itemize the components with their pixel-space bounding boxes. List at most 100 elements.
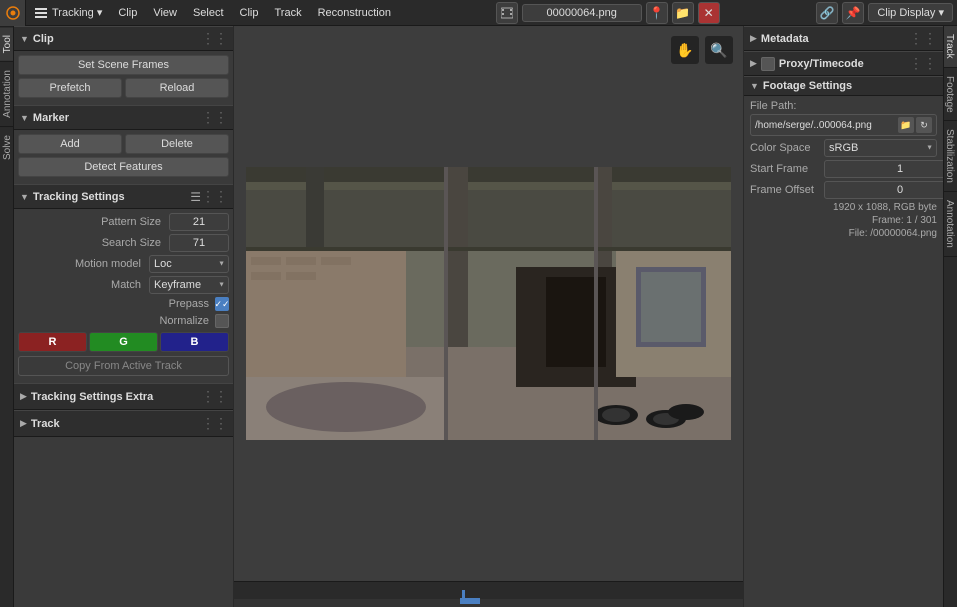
file-path-value: /home/serge/..000064.png [755,120,896,131]
pin-icon[interactable]: 📌 [842,2,864,24]
tracking-settings-extra-section-header[interactable]: ▶ Tracking Settings Extra ⋮⋮ [14,383,233,410]
link-icon[interactable]: 🔗 [816,2,838,24]
right-tab-footage[interactable]: Footage [944,68,957,122]
clip-arrow-icon: ▼ [20,34,29,44]
normalize-row: Normalize [18,314,229,328]
prepass-row: Prepass ✓ [18,297,229,311]
clip-dots-icon: ⋮⋮ [201,30,227,47]
close-icon[interactable]: ✕ [698,2,720,24]
add-button[interactable]: Add [18,134,122,154]
clip-content: Set Scene Frames Prefetch Reload [14,51,233,105]
blender-logo[interactable] [0,0,26,26]
reload-file-button[interactable]: ↻ [916,117,932,133]
color-space-row: Color Space sRGB Linear [750,139,937,157]
folder-icon[interactable]: 📁 [672,2,694,24]
menubar: Tracking ▾ Clip View Select Clip Track R… [0,0,957,26]
timeline[interactable] [234,581,743,607]
color-space-select-wrapper: sRGB Linear [824,139,937,157]
marker-pin-icon[interactable]: 📍 [646,2,668,24]
marker-arrow-icon: ▼ [20,113,29,123]
metadata-section-header[interactable]: ▶ Metadata ⋮⋮ [744,26,943,51]
match-label: Match [18,279,145,291]
viewport-image [246,167,731,440]
track-section-header[interactable]: ▶ Track ⋮⋮ [14,410,233,437]
file-path-row: File Path: /home/serge/..000064.png 📁 ↻ [750,100,937,136]
rgb-row: R G B [18,332,229,352]
proxy-timecode-section-header[interactable]: ▶ Proxy/Timecode ⋮⋮ [744,51,943,76]
marker-section-header[interactable]: ▼ Marker ⋮⋮ [14,105,233,130]
left-tab-tool[interactable]: Tool [0,26,13,61]
footage-settings-section-header[interactable]: ▼ Footage Settings [744,76,943,96]
add-delete-row: Add Delete [18,134,229,154]
pattern-size-input[interactable] [169,213,229,231]
delete-button[interactable]: Delete [125,134,229,154]
file-info: File: /00000064.png [750,228,937,239]
prepass-label: Prepass [169,298,209,310]
select-menu[interactable]: Select [185,0,232,26]
set-scene-frames-button[interactable]: Set Scene Frames [18,55,229,75]
proxy-enabled-checkbox[interactable] [761,57,775,71]
normalize-checkbox[interactable] [215,314,229,328]
hand-tool-icon[interactable]: ✋ [671,36,699,64]
track-section-dots-icon: ⋮⋮ [201,415,227,432]
tracking-settings-section-header[interactable]: ▼ Tracking Settings ☰ ⋮⋮ [14,184,233,209]
left-tab-solve[interactable]: Solve [0,126,13,168]
clip-section-header[interactable]: ▼ Clip ⋮⋮ [14,26,233,51]
metadata-arrow-icon: ▶ [750,33,757,44]
marker-content: Add Delete Detect Features [14,130,233,184]
frame-offset-input[interactable] [824,181,943,199]
timeline-track [234,599,743,607]
center-content: ✋ 🔍 [234,26,743,607]
prefetch-button[interactable]: Prefetch [18,78,122,98]
tracking-settings-list-icon[interactable]: ☰ [190,190,201,204]
clip-menu[interactable]: Clip [110,0,145,26]
pattern-size-row: Pattern Size [18,213,229,231]
prepass-checkbox[interactable]: ✓ [215,297,229,311]
proxy-dots-icon: ⋮⋮ [909,55,937,72]
reconstruction-menu[interactable]: Reconstruction [310,0,399,26]
b-channel-button[interactable]: B [160,332,229,352]
frame-info: Frame: 1 / 301 [750,215,937,226]
track-arrow-icon: ▶ [20,418,27,429]
tracking-extra-dots-icon: ⋮⋮ [201,388,227,405]
clip-menu2[interactable]: Clip [232,0,267,26]
right-tab-annotation[interactable]: Annotation [944,192,957,257]
copy-from-active-track-button: Copy From Active Track [18,356,229,376]
right-tab-track[interactable]: Track [944,26,957,68]
normalize-label: Normalize [159,315,209,327]
file-path-label: File Path: [750,100,937,112]
viewport[interactable]: ✋ 🔍 [234,26,743,581]
proxy-arrow-icon: ▶ [750,58,757,69]
prefetch-reload-row: Prefetch Reload [18,78,229,98]
frame-name-display: 00000064.png [522,4,642,22]
editor-type-dropdown[interactable]: Tracking ▾ [26,0,110,26]
search-size-input[interactable] [169,234,229,252]
frame-offset-row: Frame Offset [750,181,937,199]
match-select[interactable]: Keyframe Previous [149,276,229,294]
zoom-tool-icon[interactable]: 🔍 [705,36,733,64]
right-tab-stabilization[interactable]: Stabilization [944,121,957,192]
track-menu[interactable]: Track [267,0,310,26]
motion-model-label: Motion model [18,258,145,270]
start-frame-input[interactable] [824,160,943,178]
color-space-select[interactable]: sRGB Linear [824,139,937,157]
left-tabs: Tool Annotation Solve [0,26,14,607]
browse-file-button[interactable]: 📁 [898,117,914,133]
g-channel-button[interactable]: G [89,332,158,352]
film-icon[interactable] [496,2,518,24]
detect-features-button[interactable]: Detect Features [18,157,229,177]
r-channel-button[interactable]: R [18,332,87,352]
frame-offset-label: Frame Offset [750,184,820,196]
view-menu[interactable]: View [145,0,185,26]
right-panel: ▶ Metadata ⋮⋮ ▶ Proxy/Timecode ⋮⋮ ▼ Foot… [743,26,943,607]
resolution-info: 1920 x 1088, RGB byte [750,202,937,213]
tracking-settings-arrow-icon: ▼ [20,192,29,202]
reload-button[interactable]: Reload [125,78,229,98]
clip-display-dropdown[interactable]: Clip Display ▾ [868,3,953,22]
left-tab-annotation[interactable]: Annotation [0,61,13,126]
main-area: Tool Annotation Solve ▼ Clip ⋮⋮ Set Scen… [0,26,957,607]
motion-model-select[interactable]: Loc Affine Perspective [149,255,229,273]
timeline-segment [460,598,480,604]
match-row: Match Keyframe Previous [18,276,229,294]
footage-settings-arrow-icon: ▼ [750,81,759,91]
